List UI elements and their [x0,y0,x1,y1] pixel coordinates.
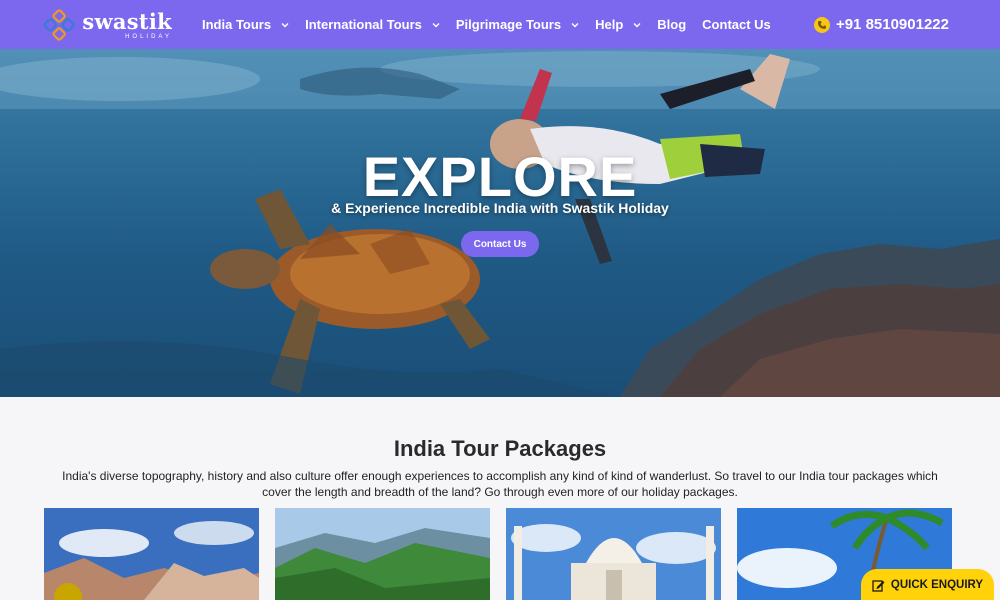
taj-mahal-image [506,508,721,600]
hero-contact-button[interactable]: Contact Us [461,231,539,257]
brand-tagline: HOLIDAY [125,33,172,40]
phone-link[interactable]: +91 8510901222 [813,0,949,49]
site-header: swastik HOLIDAY India Tours Internationa… [0,0,1000,49]
brand-name: swastik [82,8,172,34]
nav-help[interactable]: Help [595,17,641,32]
main-nav: India Tours International Tours Pilgrima… [202,0,787,49]
tour-card-2[interactable] [275,508,490,600]
chevron-down-icon [633,22,641,27]
section-description: India's diverse topography, history and … [62,469,938,499]
nav-pilgrimage-tours[interactable]: Pilgrimage Tours [456,17,579,32]
swastik-logo-icon [43,9,75,41]
chevron-down-icon [432,22,440,27]
chevron-down-icon [281,22,289,27]
nav-international-tours[interactable]: International Tours [305,17,440,32]
brand-logo[interactable]: swastik HOLIDAY [42,6,172,44]
hero-subtitle: & Experience Incredible India with Swast… [331,200,669,216]
section-title: India Tour Packages [393,436,607,461]
tour-card-3[interactable] [506,508,721,600]
nav-blog[interactable]: Blog [657,17,686,32]
nav-india-tours[interactable]: India Tours [202,17,289,32]
chevron-down-icon [571,22,579,27]
phone-icon [813,16,830,33]
quick-enquiry-button[interactable]: QUICK ENQUIRY [861,569,994,600]
edit-icon [872,579,885,592]
green-valley-image [275,508,490,600]
hero-banner: EXPLORE & Experience Incredible India wi… [0,49,1000,397]
underwater-scene-image [0,49,1000,397]
phone-number: +91 8510901222 [835,16,949,33]
nav-contact-us[interactable]: Contact Us [702,17,771,32]
